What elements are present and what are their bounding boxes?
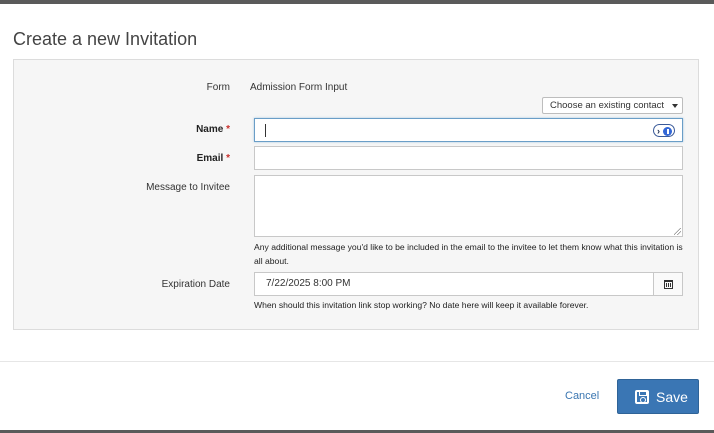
footer-divider bbox=[0, 361, 714, 362]
expiration-help-text: When should this invitation link stop wo… bbox=[254, 300, 589, 310]
top-frame-bar bbox=[0, 0, 714, 4]
expiration-date-input[interactable]: 7/22/2025 8:00 PM bbox=[254, 272, 654, 296]
form-label: Form bbox=[206, 82, 230, 93]
name-label: Name * bbox=[196, 124, 230, 135]
resize-handle-icon[interactable] bbox=[674, 228, 681, 235]
message-label: Message to Invitee bbox=[146, 182, 230, 193]
save-button[interactable]: Save bbox=[617, 379, 699, 414]
calendar-icon bbox=[664, 280, 673, 289]
message-help-text: Any additional message you'd like to be … bbox=[254, 242, 683, 266]
required-marker: * bbox=[226, 124, 230, 135]
form-value: Admission Form Input bbox=[250, 82, 348, 93]
dialog-title: Create a new Invitation bbox=[13, 29, 198, 49]
name-input[interactable]: › bbox=[254, 118, 683, 142]
email-label: Email * bbox=[196, 153, 230, 164]
choose-existing-contact-dropdown[interactable]: Choose an existing contact bbox=[542, 97, 683, 114]
save-label: Save bbox=[656, 389, 688, 405]
text-cursor bbox=[265, 124, 266, 137]
invitation-form-panel: Form Admission Form Input Choose an exis… bbox=[13, 59, 699, 330]
cancel-button[interactable]: Cancel bbox=[565, 390, 599, 402]
expiration-label: Expiration Date bbox=[161, 279, 230, 290]
calendar-button[interactable] bbox=[653, 272, 683, 296]
required-marker: * bbox=[226, 153, 230, 164]
message-textarea[interactable] bbox=[254, 175, 683, 237]
email-input[interactable] bbox=[254, 146, 683, 170]
caret-down-icon bbox=[672, 104, 678, 108]
password-manager-icon[interactable]: › bbox=[653, 124, 675, 137]
choose-contact-label: Choose an existing contact bbox=[550, 100, 665, 111]
floppy-disk-icon bbox=[635, 390, 649, 404]
